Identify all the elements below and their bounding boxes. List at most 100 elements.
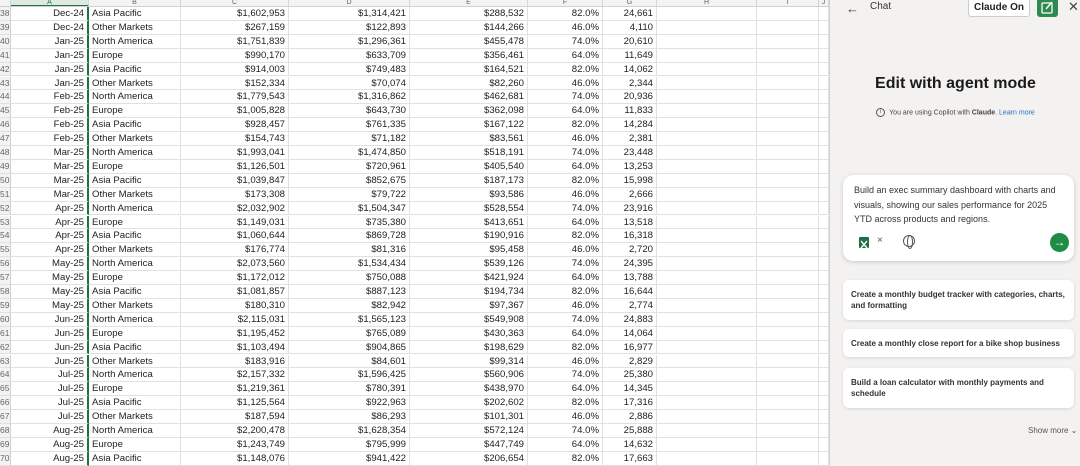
cell-c[interactable]: $928,457 bbox=[181, 118, 289, 133]
empty-cell[interactable] bbox=[819, 62, 829, 77]
cell-region[interactable]: Asia Pacific bbox=[89, 396, 181, 411]
empty-cell[interactable] bbox=[757, 451, 819, 466]
empty-cell[interactable] bbox=[657, 437, 757, 452]
cell-e[interactable]: $82,260 bbox=[410, 76, 528, 91]
cell-g[interactable]: 16,977 bbox=[603, 340, 657, 355]
cell-date[interactable]: Jul-25 bbox=[11, 396, 89, 411]
send-arrow-icon[interactable]: → bbox=[1050, 233, 1069, 252]
cell-f[interactable]: 74.0% bbox=[528, 34, 603, 49]
cell-e[interactable]: $421,924 bbox=[410, 271, 528, 285]
cell-d[interactable]: $122,893 bbox=[289, 20, 410, 35]
cell-f[interactable]: 82.0% bbox=[528, 118, 603, 133]
empty-cell[interactable] bbox=[757, 90, 819, 105]
empty-cell[interactable] bbox=[819, 104, 829, 119]
cell-g[interactable]: 17,316 bbox=[603, 396, 657, 411]
empty-cell[interactable] bbox=[657, 132, 757, 146]
empty-cell[interactable] bbox=[757, 104, 819, 119]
cell-region[interactable]: North America bbox=[89, 368, 181, 383]
cell-d[interactable]: $750,088 bbox=[289, 271, 410, 285]
column-header-b[interactable]: B bbox=[89, 0, 181, 6]
cell-region[interactable]: Asia Pacific bbox=[89, 62, 181, 77]
empty-cell[interactable] bbox=[819, 76, 829, 91]
cell-f[interactable]: 64.0% bbox=[528, 382, 603, 397]
cell-e[interactable]: $144,266 bbox=[410, 20, 528, 35]
cell-e[interactable]: $549,908 bbox=[410, 312, 528, 327]
select-all-corner[interactable] bbox=[0, 0, 11, 6]
column-header-d[interactable]: D bbox=[289, 0, 410, 6]
empty-cell[interactable] bbox=[757, 285, 819, 299]
cell-d[interactable]: $643,730 bbox=[289, 104, 410, 119]
cell-region[interactable]: Europe bbox=[89, 326, 181, 341]
cell-e[interactable]: $194,734 bbox=[410, 285, 528, 299]
cell-g[interactable]: 11,649 bbox=[603, 48, 657, 63]
empty-cell[interactable] bbox=[819, 159, 829, 174]
cell-e[interactable]: $438,970 bbox=[410, 382, 528, 397]
empty-cell[interactable] bbox=[757, 340, 819, 355]
cell-e[interactable]: $518,191 bbox=[410, 146, 528, 160]
cell-g[interactable]: 2,886 bbox=[603, 410, 657, 424]
cell-c[interactable]: $180,310 bbox=[181, 298, 289, 313]
cell-g[interactable]: 14,345 bbox=[603, 382, 657, 397]
cell-f[interactable]: 46.0% bbox=[528, 132, 603, 146]
cell-c[interactable]: $990,170 bbox=[181, 48, 289, 63]
empty-cell[interactable] bbox=[819, 410, 829, 424]
cell-date[interactable]: Jan-25 bbox=[11, 48, 89, 63]
back-arrow-icon[interactable]: ← bbox=[846, 1, 859, 16]
cell-d[interactable]: $852,675 bbox=[289, 173, 410, 188]
cell-f[interactable]: 74.0% bbox=[528, 257, 603, 272]
empty-cell[interactable] bbox=[819, 257, 829, 272]
empty-cell[interactable] bbox=[757, 118, 819, 133]
empty-cell[interactable] bbox=[657, 118, 757, 133]
cell-region[interactable]: North America bbox=[89, 146, 181, 160]
cell-e[interactable]: $101,301 bbox=[410, 410, 528, 424]
empty-cell[interactable] bbox=[819, 271, 829, 285]
empty-cell[interactable] bbox=[657, 340, 757, 355]
empty-cell[interactable] bbox=[819, 229, 829, 244]
cell-f[interactable]: 64.0% bbox=[528, 104, 603, 119]
cell-f[interactable]: 74.0% bbox=[528, 90, 603, 105]
cell-e[interactable]: $362,098 bbox=[410, 104, 528, 119]
cell-date[interactable]: May-25 bbox=[11, 298, 89, 313]
cell-c[interactable]: $173,308 bbox=[181, 187, 289, 202]
cell-d[interactable]: $1,596,425 bbox=[289, 368, 410, 383]
cell-d[interactable]: $633,709 bbox=[289, 48, 410, 63]
cell-c[interactable]: $1,081,857 bbox=[181, 285, 289, 299]
cell-e[interactable]: $447,749 bbox=[410, 437, 528, 452]
cell-d[interactable]: $1,534,434 bbox=[289, 257, 410, 272]
empty-cell[interactable] bbox=[757, 34, 819, 49]
cell-region[interactable]: Other Markets bbox=[89, 20, 181, 35]
cell-g[interactable]: 13,788 bbox=[603, 271, 657, 285]
spreadsheet-grid[interactable]: ABCDEFGHIJ 38 Dec-24 Asia Pacific $1,602,95… bbox=[0, 0, 829, 466]
cell-f[interactable]: 82.0% bbox=[528, 7, 603, 21]
empty-cell[interactable] bbox=[757, 396, 819, 411]
column-header-f[interactable]: F bbox=[528, 0, 603, 6]
empty-cell[interactable] bbox=[757, 312, 819, 327]
cell-g[interactable]: 24,395 bbox=[603, 257, 657, 272]
cell-d[interactable]: $1,316,862 bbox=[289, 90, 410, 105]
empty-cell[interactable] bbox=[819, 340, 829, 355]
cell-region[interactable]: Asia Pacific bbox=[89, 340, 181, 355]
cell-d[interactable]: $795,999 bbox=[289, 437, 410, 452]
cell-g[interactable]: 2,720 bbox=[603, 243, 657, 258]
cell-c[interactable]: $154,743 bbox=[181, 132, 289, 146]
cell-e[interactable]: $455,478 bbox=[410, 34, 528, 49]
empty-cell[interactable] bbox=[657, 312, 757, 327]
cell-region[interactable]: Other Markets bbox=[89, 243, 181, 258]
empty-cell[interactable] bbox=[819, 312, 829, 327]
cell-d[interactable]: $904,865 bbox=[289, 340, 410, 355]
cell-region[interactable]: Europe bbox=[89, 215, 181, 230]
cell-c[interactable]: $2,032,902 bbox=[181, 201, 289, 216]
empty-cell[interactable] bbox=[819, 201, 829, 216]
cell-g[interactable]: 14,062 bbox=[603, 62, 657, 77]
cell-c[interactable]: $2,157,332 bbox=[181, 368, 289, 383]
cell-date[interactable]: Aug-25 bbox=[11, 424, 89, 438]
cell-date[interactable]: Jun-25 bbox=[11, 326, 89, 341]
cell-region[interactable]: Other Markets bbox=[89, 410, 181, 424]
cell-g[interactable]: 25,888 bbox=[603, 424, 657, 438]
cell-e[interactable]: $405,540 bbox=[410, 159, 528, 174]
cell-c[interactable]: $2,115,031 bbox=[181, 312, 289, 327]
cell-region[interactable]: North America bbox=[89, 312, 181, 327]
empty-cell[interactable] bbox=[819, 437, 829, 452]
cell-f[interactable]: 74.0% bbox=[528, 146, 603, 160]
empty-cell[interactable] bbox=[657, 326, 757, 341]
